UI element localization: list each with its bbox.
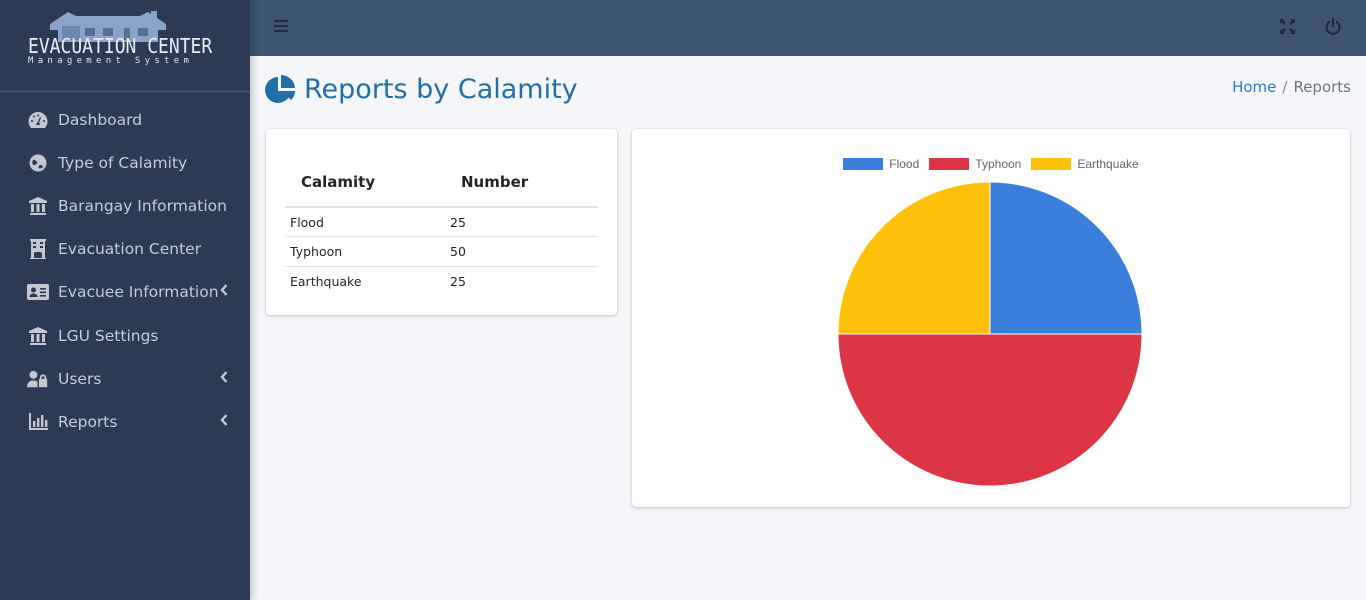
page-title: Reports by Calamity: [265, 74, 578, 105]
sidebar-item-label: Type of Calamity: [58, 153, 188, 172]
sidebar-item-dashboard[interactable]: Dashboard: [0, 98, 250, 141]
power-icon[interactable]: [1325, 17, 1341, 41]
id-card-icon: [27, 282, 49, 302]
cell-calamity: Earthquake: [290, 273, 362, 289]
breadcrumb-home-link[interactable]: Home: [1232, 78, 1276, 96]
cell-calamity: Flood: [285, 207, 445, 237]
main-content: Reports by Calamity Home / Reports Calamit…: [250, 56, 1366, 600]
pie-chart-icon: [265, 74, 295, 103]
sidebar-nav: Dashboard Type of Calamity Barangay Info…: [0, 92, 250, 444]
globe-icon: [27, 153, 49, 173]
sidebar-item-evacuee-information[interactable]: Evacuee Information: [0, 271, 250, 314]
sidebar-item-reports[interactable]: Reports: [0, 400, 250, 443]
table-row: Earthquake 25: [285, 266, 598, 296]
chevron-left-icon[interactable]: [220, 413, 228, 431]
user-lock-icon: [27, 369, 49, 389]
expand-icon[interactable]: [1280, 19, 1295, 39]
sidebar-item-type-of-calamity[interactable]: Type of Calamity: [0, 141, 250, 184]
sidebar: EVACUATION CENTER Management System Dash…: [0, 0, 250, 600]
sidebar-item-label: Evacuee Information: [58, 283, 219, 302]
sidebar-item-label: LGU Settings: [58, 326, 159, 345]
landmark-icon: [27, 326, 49, 346]
breadcrumb-separator: /: [1282, 78, 1288, 96]
calamity-table-card: Calamity Number Flood 25 Typhoon 50 Eart…: [266, 129, 617, 315]
hamburger-icon[interactable]: [274, 20, 288, 34]
sidebar-item-label: Users: [58, 369, 102, 388]
pie-chart-card: Flood Typhoon Earthquake: [632, 129, 1350, 507]
sidebar-item-lgu-settings[interactable]: LGU Settings: [0, 314, 250, 357]
sidebar-item-users[interactable]: Users: [0, 357, 250, 400]
column-header-number[interactable]: Number: [445, 157, 598, 208]
page-title-text: Reports by Calamity: [304, 74, 578, 105]
cell-calamity: Typhoon: [285, 236, 445, 267]
building-icon: [27, 239, 49, 260]
chevron-left-icon[interactable]: [220, 283, 228, 301]
chart-bar-icon: [27, 412, 49, 432]
landmark-icon: [27, 196, 49, 216]
brand-title: EVACUATION CENTER: [28, 34, 213, 59]
sidebar-item-label: Dashboard: [58, 110, 143, 129]
tachometer-icon: [27, 110, 49, 130]
breadcrumb: Home / Reports: [1232, 78, 1351, 96]
table-row: Typhoon 50: [285, 236, 598, 267]
table-row: Flood 25: [285, 207, 598, 237]
topbar: [250, 0, 1366, 56]
sidebar-item-label: Evacuation Center: [58, 240, 202, 259]
chevron-left-icon[interactable]: [220, 370, 228, 388]
brand-subtitle: Management System: [28, 56, 194, 66]
calamity-table: Calamity Number Flood 25 Typhoon 50 Eart…: [285, 157, 598, 296]
pie-chart: [837, 181, 1143, 487]
cell-number: 25: [445, 207, 598, 237]
sidebar-item-label: Barangay Information: [58, 196, 227, 215]
sidebar-item-label: Reports: [58, 412, 118, 431]
sidebar-item-evacuation-center[interactable]: Evacuation Center: [0, 228, 250, 271]
breadcrumb-current: Reports: [1293, 78, 1351, 96]
cell-number: 25: [450, 273, 466, 289]
pie-slice-earthquake[interactable]: [837, 181, 991, 335]
pie-slice-flood[interactable]: [989, 181, 1143, 335]
sidebar-item-barangay-information[interactable]: Barangay Information: [0, 184, 250, 227]
pie-slice-typhoon[interactable]: [837, 333, 1143, 487]
table-header-row: Calamity Number: [285, 157, 598, 208]
cell-number: 50: [445, 236, 598, 267]
column-header-calamity[interactable]: Calamity: [285, 157, 445, 208]
brand-logo[interactable]: EVACUATION CENTER Management System: [0, 0, 250, 92]
